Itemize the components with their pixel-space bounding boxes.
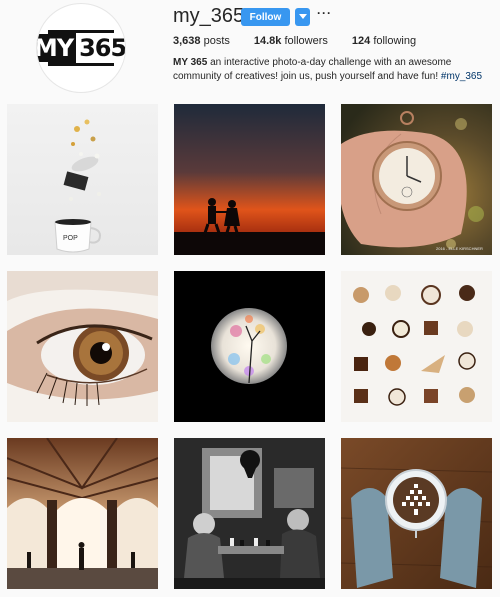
- bio-name: MY 365: [173, 57, 208, 68]
- followers-label: followers: [284, 35, 328, 47]
- logo-text-my: MY: [37, 34, 74, 62]
- suggestions-dropdown-button[interactable]: [295, 8, 310, 26]
- eye-closeup-photo: [7, 271, 158, 422]
- following-label: following: [373, 35, 417, 47]
- username: my_365: [173, 5, 245, 27]
- photo-tile-sunset[interactable]: [174, 104, 325, 255]
- my365-logo: MY 365: [37, 30, 125, 66]
- popcorn-cup-photo: POP: [7, 104, 158, 255]
- profile-header: MY 365 my_365 Follow ··· 3,638 posts 14.…: [0, 0, 500, 100]
- photo-tile-popcorn[interactable]: POP: [7, 104, 158, 255]
- logo-text-365: 365: [76, 33, 125, 63]
- profile-bio: MY 365 an interactive photo-a-day challe…: [173, 56, 483, 84]
- posts-label: posts: [203, 35, 230, 47]
- photo-tile-chess[interactable]: [174, 438, 325, 589]
- watermark-text: 2016 - ELLE KIRSCHNER: [436, 246, 483, 251]
- followers-count: 14.8k: [253, 35, 282, 47]
- following-stat[interactable]: 124 following: [352, 35, 416, 47]
- posts-stat: 3,638 posts: [173, 35, 230, 47]
- chevron-down-icon: [298, 14, 307, 19]
- photo-tile-chocolates[interactable]: [341, 271, 492, 422]
- photo-tile-pocket-watch[interactable]: 2016 - ELLE KIRSCHNER: [341, 104, 492, 255]
- photo-tile-bokeh[interactable]: [174, 271, 325, 422]
- chocolates-photo: [341, 271, 492, 422]
- bio-hashtag-link[interactable]: #my_365: [441, 71, 482, 82]
- followers-stat[interactable]: 14.8k followers: [254, 35, 328, 47]
- profile-stats: 3,638 posts 14.8k followers 124 followin…: [173, 35, 440, 47]
- marshmallow-mug-photo: [341, 438, 492, 589]
- follow-button[interactable]: Follow: [241, 8, 290, 26]
- photo-tile-eye[interactable]: [7, 271, 158, 422]
- following-count: 124: [351, 35, 371, 47]
- sunset-couple-photo: [174, 104, 325, 255]
- photo-tile-marshmallow-mug[interactable]: [341, 438, 492, 589]
- pocket-watch-photo: 2016 - ELLE KIRSCHNER: [341, 104, 492, 255]
- cup-label: POP: [63, 235, 78, 242]
- photo-tile-arched-hall[interactable]: [7, 438, 158, 589]
- bio-text: an interactive photo-a-day challenge wit…: [173, 57, 452, 82]
- chess-players-photo: [174, 438, 325, 589]
- avatar[interactable]: MY 365: [36, 3, 126, 93]
- arched-hall-photo: [7, 438, 158, 589]
- posts-count: 3,638: [173, 35, 201, 47]
- bokeh-circle-photo: [174, 271, 325, 422]
- more-options-button[interactable]: ···: [317, 6, 332, 20]
